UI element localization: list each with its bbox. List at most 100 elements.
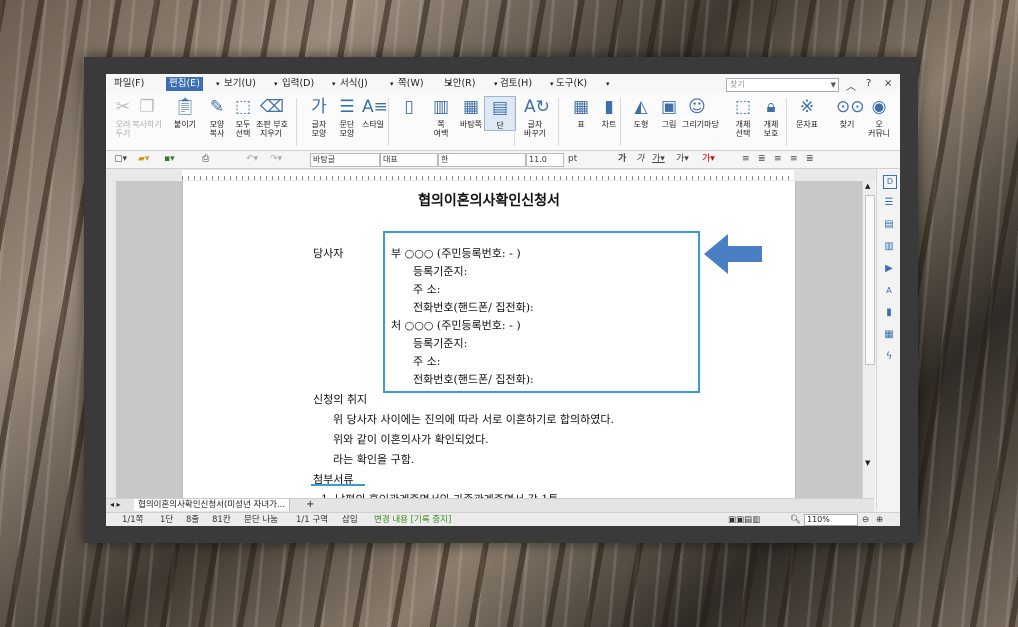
horizontal-ruler[interactable] (106, 169, 900, 181)
menu-item[interactable]: 검토(H) (500, 77, 532, 91)
document-line: 1. 남편의 혼인관계증명서와 가족관계증명서 각 1통 (321, 491, 558, 498)
pages-icon[interactable]: ▦ (883, 329, 895, 341)
menu-item[interactable]: 쪽(W) (398, 77, 424, 91)
ribbon-button-margin[interactable]: ▥ 쪽 여백 (426, 96, 456, 138)
menu-item[interactable]: 보안(R) (444, 77, 476, 91)
font-color-button[interactable]: 가▾ (702, 153, 715, 165)
align-center-icon[interactable]: ≡ (774, 153, 782, 165)
ribbon-button-symbol[interactable]: ※ 문자표 (792, 96, 822, 129)
document-tab[interactable]: 협의이혼의사확인신청서(미성년 자녀가... (134, 499, 291, 511)
chevron-down-icon[interactable]: ▾ (332, 77, 336, 91)
align-justify-icon[interactable]: ≣ (758, 153, 766, 165)
chevron-down-icon[interactable]: ▾ (216, 77, 220, 91)
scroll-down-icon[interactable]: ▼ (865, 459, 870, 467)
ribbon-button-paste[interactable]: 📋︎ 붙이기 (170, 96, 200, 129)
menu-item[interactable]: 도구(K) (556, 77, 587, 91)
vertical-ruler[interactable] (106, 181, 116, 498)
ribbon-button-label: 쪽 여백 (433, 120, 449, 138)
columns-icon: ▤ (491, 98, 509, 118)
close-icon[interactable]: × (884, 78, 892, 89)
style-panel-icon[interactable]: A (883, 285, 895, 297)
menu-item[interactable]: 편집(E) (166, 77, 203, 91)
ribbon-button-shape[interactable]: ◭ 도형 (626, 96, 656, 129)
menu-item[interactable]: 보기(U) (224, 77, 256, 91)
zoom-select[interactable]: 110% (804, 514, 858, 526)
margin-icon: ▥ (432, 97, 450, 117)
zoom-out-icon[interactable]: ⊖ (862, 514, 869, 526)
font-size-input[interactable]: 11.0 (526, 153, 564, 167)
align-right-icon[interactable]: ≡ (790, 153, 798, 165)
distribute-icon[interactable]: ≣ (806, 153, 814, 165)
underline-button[interactable]: 가▾ (652, 153, 665, 165)
ribbon-button-style[interactable]: A≡ 스타일 (358, 96, 388, 129)
menu-item[interactable]: 서식(J) (340, 77, 368, 91)
paste-icon: 📋︎ (174, 97, 196, 117)
chevron-down-icon[interactable]: ▾ (494, 77, 498, 91)
ribbon-button-char-shape[interactable]: 가 글자 모양 (304, 96, 334, 138)
status-column: 81칸 (212, 515, 231, 525)
bold-button[interactable]: 가 (618, 153, 626, 165)
ribbon-button-picture[interactable]: ▣ 그림 (654, 96, 684, 129)
d-panel-icon[interactable]: D (883, 175, 897, 189)
language-select[interactable]: 대표 (380, 153, 438, 167)
play-icon[interactable]: ▶ (883, 263, 895, 275)
tab-nav-icon[interactable]: ◂ ▸ (110, 499, 121, 511)
style-select[interactable]: 바탕글 (310, 153, 380, 167)
ribbon-button-clipart[interactable]: ☺ 그리기마당 (682, 96, 719, 129)
italic-button[interactable]: 가 (636, 153, 644, 165)
view-mode-icons[interactable]: ▣▣▤▥ (728, 514, 760, 526)
ribbon-button-replace-char[interactable]: A↻ 글자 바꾸기 (520, 96, 550, 138)
zoom-in-icon[interactable]: ⊕ (876, 514, 883, 526)
ribbon-button-erase[interactable]: ⌫ 조판 부호 지우기 (256, 96, 288, 138)
ribbon-button-page[interactable]: ▯ (394, 96, 424, 120)
shape-icon: ◭ (634, 97, 648, 117)
menu-item[interactable]: 입력(D) (282, 77, 314, 91)
status-track-changes[interactable]: 변경 내용 [기록 중지] (374, 514, 451, 526)
align-left-icon[interactable]: ≡ (742, 153, 750, 165)
ribbon-button-object-protect[interactable]: 🔒︎ 개체 보호 (756, 96, 786, 138)
document-line: 라는 확인을 구함. (333, 453, 415, 466)
ribbon-button-label: 글자 바꾸기 (523, 120, 547, 138)
ribbon-button-master-page[interactable]: ▦ 바탕쪽 (456, 96, 486, 129)
add-tab-icon[interactable]: + (306, 499, 314, 511)
help-icon[interactable]: ? (866, 78, 871, 89)
chevron-down-icon[interactable]: ▾ (550, 77, 554, 91)
ribbon-button-find[interactable]: ⊙⊙ 찾기 (832, 96, 865, 129)
new-doc-icon[interactable]: ▢▾ (114, 153, 127, 165)
clipboard-icon[interactable]: ▥ (883, 241, 895, 253)
status-insert-mode[interactable]: 삽입 (342, 514, 358, 526)
zoom-icon[interactable]: 🔍︎ (790, 514, 801, 526)
ribbon-collapse-icon[interactable]: ︿ (846, 78, 856, 93)
ribbon-button-label: 복사하기 (132, 120, 162, 129)
redo-icon[interactable]: ↷▾ (270, 153, 282, 165)
ribbon-button-copy[interactable]: ❐ 복사하기 (132, 96, 162, 129)
scissors-icon: ✂ (115, 97, 131, 117)
scroll-thumb[interactable] (865, 195, 875, 365)
ribbon-button-object-select[interactable]: ⬚ 개체 선택 (728, 96, 758, 138)
save-icon[interactable]: ▪▾ (164, 153, 175, 165)
ribbon-button-label: 조판 부호 지우기 (256, 120, 288, 138)
ribbon-button-columns[interactable]: ▤ 단 (484, 96, 516, 131)
bolt-icon[interactable]: ϟ (883, 351, 895, 363)
chevron-down-icon[interactable]: ▾ (274, 77, 278, 91)
strike-button[interactable]: 가▾ (676, 153, 689, 165)
ribbon-button-select-all[interactable]: ⬚ 모두 선택 (228, 96, 258, 138)
print-icon[interactable]: ⎙ (202, 153, 209, 165)
open-folder-icon[interactable]: ▰▾ (138, 153, 149, 165)
size-unit[interactable]: pt (568, 153, 577, 165)
list-icon[interactable]: ☰ (883, 197, 895, 209)
scroll-up-icon[interactable]: ▲ (865, 182, 870, 190)
menu-item[interactable]: 파일(F) (114, 77, 144, 91)
chevron-down-icon[interactable]: ▾ (606, 77, 610, 91)
search-input[interactable]: 찾기 ▼ (726, 78, 839, 92)
ribbon-button-label: 도형 (633, 120, 649, 129)
chevron-down-icon[interactable]: ▾ (390, 77, 394, 91)
vertical-scrollbar[interactable]: ▲ ▼ (862, 181, 875, 498)
ribbon-button-table[interactable]: ▦ 표 (566, 96, 596, 129)
undo-icon[interactable]: ↶▾ (246, 153, 258, 165)
ribbon-button-community[interactable]: ◉ 오 커뮤니 (864, 96, 894, 138)
font-select[interactable]: 한 (438, 153, 526, 167)
memo-icon[interactable]: ▤ (883, 219, 895, 231)
document-page[interactable]: 협의이혼의사확인신청서 당사자 부 ○○○ (주민등록번호: - ) 등록기준지:… (182, 181, 796, 498)
bookmark-icon[interactable]: ▮ (883, 307, 895, 319)
